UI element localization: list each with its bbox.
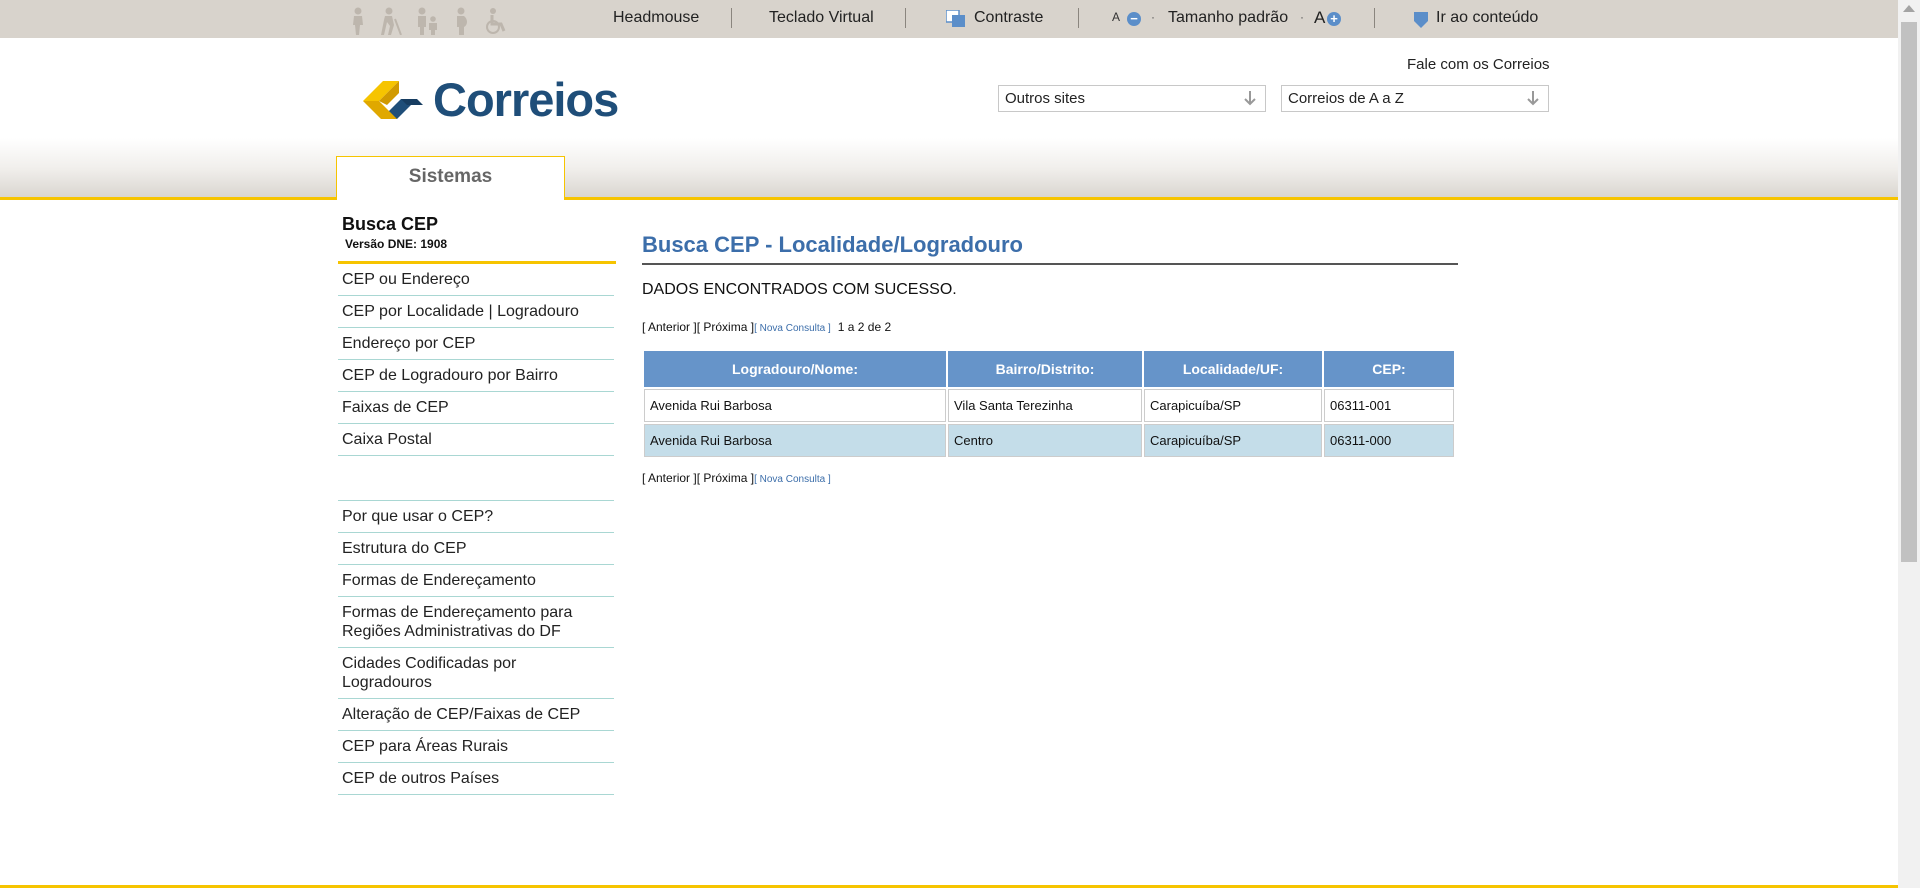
correios-logo[interactable]: Correios [353, 72, 619, 127]
anterior-link[interactable]: [ Anterior ] [642, 471, 697, 485]
headmouse-link[interactable]: Headmouse [613, 9, 699, 27]
title-rule [642, 263, 1458, 265]
status-message: DADOS ENCONTRADOS COM SUCESSO. [642, 281, 957, 298]
dot: · [1300, 10, 1304, 24]
sidebar-menu-secondary: Por que usar o CEP? Estrutura do CEP Forma… [338, 500, 614, 795]
arrow-down-icon [1527, 91, 1539, 106]
contraste-link[interactable]: Contraste [974, 9, 1043, 27]
fale-com-correios-link[interactable]: Fale com os Correios [1407, 56, 1550, 73]
result-count: 1 a 2 de 2 [837, 320, 892, 334]
scrollbar-thumb[interactable] [1901, 22, 1917, 562]
nova-consulta-link[interactable]: [ Nova Consulta ] [754, 474, 831, 485]
sidebar-info-item[interactable]: Por que usar o CEP? [338, 501, 614, 533]
ir-ao-conteudo-link[interactable]: Ir ao conteúdo [1436, 9, 1538, 27]
logradouro-cell: Avenida Rui Barbosa [644, 389, 946, 422]
sidebar-menu-item[interactable]: CEP ou Endereço [338, 264, 614, 296]
adult-with-child-icon [418, 7, 437, 35]
correios-az-label: Correios de A a Z [1288, 90, 1404, 107]
anterior-link[interactable]: [ Anterior ] [642, 320, 697, 334]
sidebar-info-item[interactable]: Cidades Codificadas por Logradouros [338, 648, 614, 699]
pagination-bottom: [ Anterior ][ Próxima ][ Nova Consulta ] [642, 471, 831, 485]
sidebar-menu-item[interactable]: Faixas de CEP [338, 392, 614, 424]
header-divider [0, 197, 1898, 200]
column-header: CEP: [1324, 351, 1454, 387]
correios-az-select[interactable]: Correios de A a Z [1281, 85, 1549, 112]
nova-consulta-link[interactable]: [ Nova Consulta ] [754, 323, 831, 334]
teclado-virtual-link[interactable]: Teclado Virtual [769, 9, 874, 27]
sidebar-menu-item[interactable]: CEP de Logradouro por Bairro [338, 360, 614, 392]
sidebar-info-item[interactable]: CEP para Áreas Rurais [338, 731, 614, 763]
table-header-row: Logradouro/Nome: Bairro/Distrito: Locali… [644, 351, 1454, 387]
page-title: Busca CEP - Localidade/Logradouro [642, 232, 1023, 257]
proxima-link[interactable]: [ Próxima ] [697, 471, 754, 485]
correios-logo-icon [363, 80, 423, 119]
table-row: Avenida Rui Barbosa Vila Santa Terezinha… [644, 389, 1454, 422]
table-row: Avenida Rui Barbosa Centro Carapicuíba/S… [644, 424, 1454, 457]
tab-sistemas[interactable]: Sistemas [336, 156, 565, 200]
font-decrease-icon[interactable]: − [1127, 12, 1141, 26]
sidebar-menu-item[interactable]: CEP por Localidade | Logradouro [338, 296, 614, 328]
column-header: Localidade/UF: [1144, 351, 1322, 387]
sidebar-info-item[interactable]: CEP de outros Países [338, 763, 614, 795]
font-decrease-label: A [1112, 10, 1121, 24]
site-header [0, 38, 1898, 198]
separator [1078, 8, 1079, 28]
pregnant-icon [457, 7, 467, 35]
sidebar-menu-item[interactable]: Endereço por CEP [338, 328, 614, 360]
sidebar-menu-primary: CEP ou Endereço CEP por Localidade | Logr… [338, 264, 614, 456]
proxima-link[interactable]: [ Próxima ] [697, 320, 754, 334]
dne-version: Versão DNE: 1908 [345, 237, 448, 251]
sidebar-title: Busca CEP [342, 214, 439, 234]
sidebar-info-item[interactable]: Alteração de CEP/Faixas de CEP [338, 699, 614, 731]
blind-person-icon [381, 7, 402, 35]
tamanho-padrao-link[interactable]: Tamanho padrão [1168, 9, 1288, 27]
column-header: Bairro/Distrito: [948, 351, 1142, 387]
bairro-cell: Vila Santa Terezinha [948, 389, 1142, 422]
localidade-cell: Carapicuíba/SP [1144, 424, 1322, 457]
shield-down-icon [1413, 11, 1429, 34]
wheelchair-icon [486, 8, 506, 34]
sidebar-info-item[interactable]: Formas de Endereçamento [338, 565, 614, 597]
accessibility-bar: Headmouse Teclado Virtual Contraste A − … [0, 0, 1898, 38]
sidebar-info-item[interactable]: Estrutura do CEP [338, 533, 614, 565]
separator [731, 8, 732, 28]
separator [905, 8, 906, 28]
font-increase-label: A [1314, 8, 1326, 27]
sidebar-header: Busca CEP Versão DNE: 1908 [338, 214, 616, 264]
pagination-top: [ Anterior ][ Próxima ][ Nova Consulta ]… [642, 320, 891, 334]
sidebar-info-item[interactable]: Formas de Endereçamento para Regiões Adm… [338, 597, 614, 648]
dot: · [1151, 10, 1155, 24]
cep-cell: 06311-000 [1324, 424, 1454, 457]
contrast-icon[interactable] [945, 9, 966, 33]
localidade-cell: Carapicuíba/SP [1144, 389, 1322, 422]
results-table: Logradouro/Nome: Bairro/Distrito: Locali… [642, 349, 1456, 459]
elderly-icon [353, 7, 363, 35]
accessibility-icons [347, 5, 509, 35]
arrow-down-icon [1244, 91, 1256, 106]
logo-wordmark: Correios [433, 73, 619, 126]
bairro-cell: Centro [948, 424, 1142, 457]
logradouro-cell: Avenida Rui Barbosa [644, 424, 946, 457]
scroll-up-icon[interactable] [1903, 5, 1915, 12]
outros-sites-label: Outros sites [1005, 90, 1086, 107]
separator [1374, 8, 1375, 28]
outros-sites-select[interactable]: Outros sites [998, 85, 1266, 112]
font-increase-icon[interactable]: + [1327, 12, 1341, 26]
column-header: Logradouro/Nome: [644, 351, 946, 387]
sidebar-menu-item[interactable]: Caixa Postal [338, 424, 614, 456]
cep-cell: 06311-001 [1324, 389, 1454, 422]
